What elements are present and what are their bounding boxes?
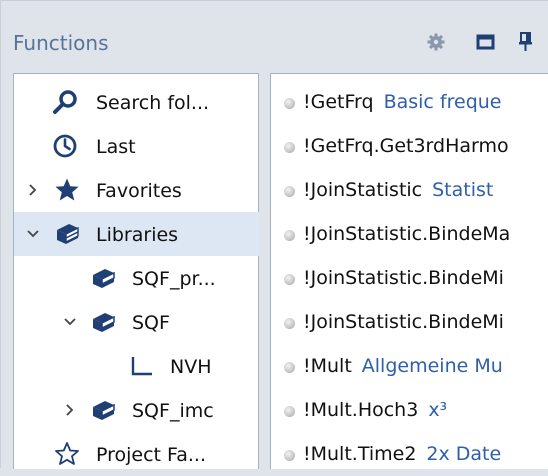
- chevron-right-icon[interactable]: [63, 403, 77, 417]
- tree-item-label: Libraries: [96, 224, 179, 246]
- star-filled-icon: [55, 178, 79, 201]
- function-name: !Mult.Hoch3: [303, 399, 419, 421]
- list-item[interactable]: !JoinStatistic.BindeMi: [271, 256, 548, 300]
- function-description: Statist: [432, 179, 494, 201]
- function-name: !JoinStatistic.BindeMa: [303, 223, 511, 245]
- star-outline-icon: [55, 442, 79, 465]
- list-item[interactable]: !GetFrq Basic freque: [271, 80, 548, 124]
- tree-item-project-favorites[interactable]: Project Fa...: [14, 432, 259, 476]
- functions-panel: Functions Search fol... Last Favorites L…: [0, 0, 548, 469]
- tree-item-label: SQF_pr...: [132, 268, 216, 290]
- function-name: !GetFrq.Get3rdHarmo: [303, 135, 509, 157]
- tree-item-sqf-imc[interactable]: SQF_imc: [14, 388, 259, 432]
- function-name: !Mult: [303, 355, 352, 377]
- tree-item-label: Last: [96, 136, 136, 158]
- pin-icon[interactable]: [516, 31, 538, 53]
- bullet-icon: [284, 450, 295, 461]
- function-name: !GetFrq: [303, 91, 374, 113]
- chevron-down-icon[interactable]: [63, 315, 77, 329]
- function-name: !Mult.Time2: [303, 443, 417, 465]
- library-tree: Search fol... Last Favorites Libraries S…: [13, 73, 259, 469]
- tree-item-sqf-pr[interactable]: SQF_pr...: [14, 256, 259, 300]
- function-name: !JoinStatistic.BindeMi: [303, 267, 504, 289]
- tree-item-favorites[interactable]: Favorites: [14, 168, 259, 212]
- tree-item-label: Project Fa...: [96, 444, 206, 466]
- tree-item-libraries[interactable]: Libraries: [14, 212, 259, 256]
- tree-item-nvh[interactable]: NVH: [14, 344, 259, 388]
- panel-header: Functions: [1, 1, 548, 67]
- book-icon: [93, 269, 115, 288]
- function-description: Allgemeine Mu: [361, 355, 503, 377]
- bullet-icon: [284, 186, 295, 197]
- clock-icon: [53, 134, 77, 158]
- tree-item-label: Search fol...: [96, 92, 210, 114]
- tree-item-search-folder[interactable]: Search fol...: [14, 80, 259, 124]
- list-item[interactable]: !JoinStatistic.BindeMa: [271, 212, 548, 256]
- chevron-right-icon[interactable]: [26, 183, 40, 197]
- list-item[interactable]: !JoinStatistic Statist: [271, 168, 548, 212]
- bullet-icon: [284, 230, 295, 241]
- books-icon: [57, 224, 79, 244]
- list-item[interactable]: !Mult.Time2 2x Date: [271, 432, 548, 469]
- function-name: !JoinStatistic.BindeMi: [303, 311, 504, 333]
- tree-item-sqf[interactable]: SQF: [14, 300, 259, 344]
- tree-item-last[interactable]: Last: [14, 124, 259, 168]
- restore-window-icon[interactable]: [475, 31, 497, 53]
- function-description: x³: [428, 399, 448, 421]
- function-description: 2x Date: [426, 443, 502, 465]
- tree-item-label: SQF_imc: [132, 400, 214, 422]
- tree-item-label: SQF: [132, 312, 170, 334]
- function-description: Basic freque: [383, 91, 502, 113]
- bullet-icon: [284, 98, 295, 109]
- list-item[interactable]: !Mult.Hoch3 x³: [271, 388, 548, 432]
- gear-icon[interactable]: [425, 31, 447, 53]
- bullet-icon: [284, 142, 295, 153]
- bullet-icon: [284, 274, 295, 285]
- bullet-icon: [284, 318, 295, 329]
- list-item[interactable]: !JoinStatistic.BindeMi: [271, 300, 548, 344]
- chevron-down-icon[interactable]: [26, 227, 40, 241]
- book-icon: [93, 313, 115, 332]
- list-item[interactable]: !Mult Allgemeine Mu: [271, 344, 548, 388]
- search-icon: [53, 90, 77, 114]
- panel-title: Functions: [13, 31, 109, 55]
- tree-item-label: NVH: [170, 356, 212, 378]
- bullet-icon: [284, 406, 295, 417]
- function-name: !JoinStatistic: [303, 179, 423, 201]
- bullet-icon: [284, 362, 295, 373]
- book-icon: [93, 401, 115, 420]
- tree-item-label: Favorites: [96, 180, 182, 202]
- list-item[interactable]: !GetFrq.Get3rdHarmo: [271, 124, 548, 168]
- function-list: !GetFrq Basic freque !GetFrq.Get3rdHarmo …: [270, 73, 548, 469]
- tree-branch-icon: [131, 357, 152, 376]
